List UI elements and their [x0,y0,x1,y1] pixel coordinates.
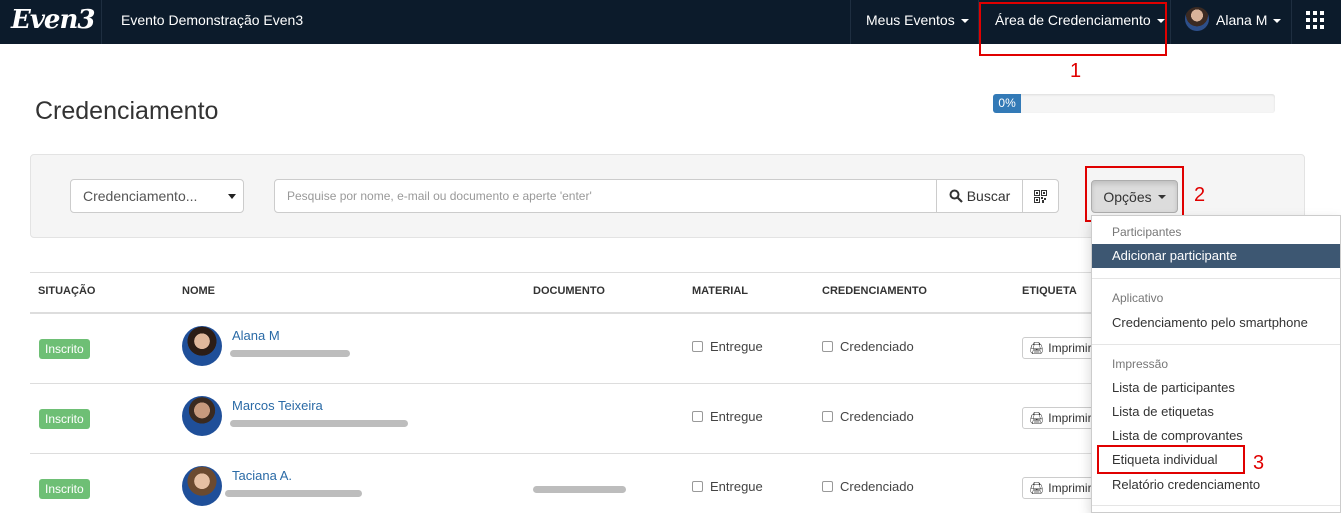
dropdown-divider [1092,278,1340,279]
user-name: Alana M [1216,12,1268,28]
avatar [182,466,222,506]
checkbox-icon [822,481,833,492]
participant-email-redacted [230,420,408,427]
participant-name[interactable]: Marcos Teixeira [232,398,323,413]
print-label: Imprimir [1048,341,1092,355]
nav-divider [850,0,851,44]
participant-name[interactable]: Alana M [232,328,280,343]
nav-divider [1291,0,1292,44]
credential-checkbox[interactable]: Credenciado [822,409,914,424]
menu-item-receipt-list[interactable]: Lista de comprovantes [1112,428,1243,443]
print-label-button[interactable]: 🖨 Imprimir [1022,477,1102,499]
annotation-box-1 [979,2,1167,56]
menu-item-add-participant[interactable]: Adicionar participante [1112,248,1237,263]
annotation-number-3: 3 [1253,452,1265,474]
material-label: Entregue [710,409,763,424]
printer-icon: 🖨 [1029,341,1045,355]
printer-icon: 🖨 [1029,411,1045,425]
search-button-label: Buscar [966,188,1011,204]
search-icon [949,189,963,203]
col-header-material[interactable]: MATERIAL [692,285,748,297]
participant-email-redacted [230,350,350,357]
col-header-name[interactable]: NOME [182,285,215,297]
menu-item-participant-list[interactable]: Lista de participantes [1112,380,1235,395]
dropdown-divider [1092,344,1340,345]
col-header-status[interactable]: SITUAÇÃO [38,285,95,297]
search-input[interactable] [274,179,937,213]
annotation-number-2: 2 [1194,184,1206,206]
checkbox-icon [692,481,703,492]
material-label: Entregue [710,479,763,494]
status-badge: Inscrito [39,409,90,429]
menu-item-smartphone-credential[interactable]: Credenciamento pelo smartphone [1112,315,1308,330]
avatar [182,326,222,366]
material-checkbox[interactable]: Entregue [692,479,763,494]
annotation-number-1: 1 [1070,60,1082,82]
checkbox-icon [822,341,833,352]
participant-name[interactable]: Taciana A. [232,468,292,483]
annotation-box-2 [1085,166,1184,222]
col-header-credential[interactable]: CREDENCIAMENTO [822,285,927,297]
menu-item-credential-report[interactable]: Relatório credenciamento [1112,477,1260,492]
nav-divider [1170,0,1171,44]
status-badge: Inscrito [39,339,90,359]
menu-item-label-list[interactable]: Lista de etiquetas [1112,404,1214,419]
print-label: Imprimir [1048,481,1092,495]
select-value: Credenciamento... [83,188,198,204]
credential-label: Credenciado [840,409,914,424]
avatar [182,396,222,436]
printer-icon: 🖨 [1029,481,1045,495]
qr-code-icon [1034,189,1047,203]
participant-email-redacted [225,490,362,497]
user-menu[interactable]: Alana M [1216,12,1282,28]
checkbox-icon [692,411,703,422]
credential-label: Credenciado [840,479,914,494]
checkbox-icon [692,341,703,352]
page-title: Credenciamento [35,97,219,125]
col-header-document[interactable]: DOCUMENTO [533,285,605,297]
print-label-button[interactable]: 🖨 Imprimir [1022,337,1102,359]
event-title[interactable]: Evento Demonstração Even3 [121,12,303,28]
checkbox-icon [822,411,833,422]
credential-label: Credenciado [840,339,914,354]
dropdown-header-app: Aplicativo [1112,291,1164,305]
progress-bar: 0% [993,94,1022,113]
status-badge: Inscrito [39,479,90,499]
credential-progress: 0% [993,94,1275,113]
dropdown-divider [1092,505,1340,506]
nav-divider [101,0,102,44]
dropdown-header-print: Impressão [1112,357,1169,371]
print-label: Imprimir [1048,411,1092,425]
document-redacted [533,486,626,493]
credential-filter-select[interactable]: Credenciamento... [70,179,244,213]
credential-checkbox[interactable]: Credenciado [822,479,914,494]
print-label-button[interactable]: 🖨 Imprimir [1022,407,1102,429]
annotation-box-3 [1097,445,1245,474]
even3-logo[interactable]: Even3 [11,5,95,35]
search-button[interactable]: Buscar [936,179,1023,213]
col-header-label[interactable]: ETIQUETA [1022,285,1077,297]
credential-checkbox[interactable]: Credenciado [822,339,914,354]
my-events-label: Meus Eventos [866,12,955,28]
qr-code-button[interactable] [1022,179,1059,213]
material-label: Entregue [710,339,763,354]
apps-grid-icon[interactable] [1306,11,1324,29]
material-checkbox[interactable]: Entregue [692,409,763,424]
caret-down-icon [960,19,969,24]
my-events-menu[interactable]: Meus Eventos [866,12,969,28]
user-avatar[interactable] [1185,7,1209,31]
material-checkbox[interactable]: Entregue [692,339,763,354]
dropdown-header-participants: Participantes [1112,225,1182,239]
caret-down-icon [228,194,236,199]
caret-down-icon [1273,19,1282,24]
